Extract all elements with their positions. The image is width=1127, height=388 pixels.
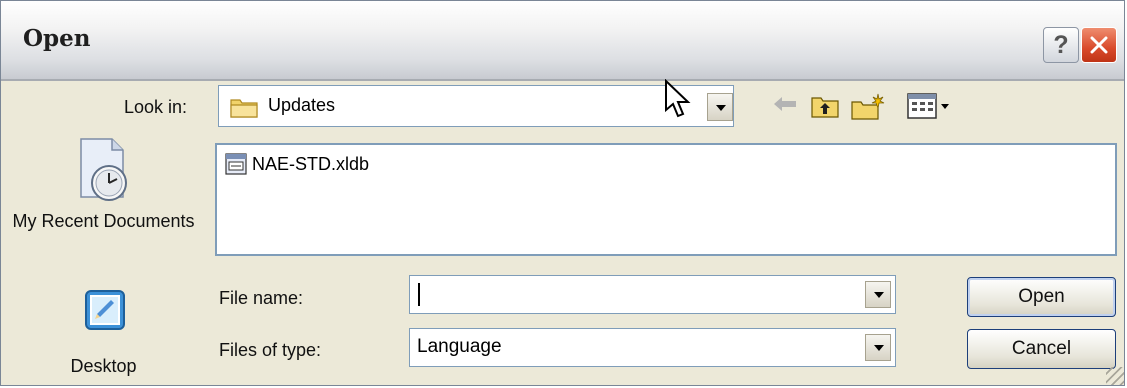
text-caret <box>418 283 420 306</box>
file-list[interactable]: NAE-STD.xldb <box>215 143 1117 256</box>
dialog-title: Open <box>23 25 91 52</box>
recent-documents-icon <box>79 138 127 201</box>
up-one-level-icon[interactable] <box>809 92 841 120</box>
look-in-label: Look in: <box>124 97 188 117</box>
file-type-value: Language <box>417 336 502 357</box>
list-item[interactable]: NAE-STD.xldb <box>225 153 369 175</box>
places-item-label: My Recent Documents <box>12 211 195 231</box>
title-bar[interactable]: Open ? <box>1 1 1124 81</box>
chevron-down-icon <box>874 292 884 298</box>
file-name-input[interactable] <box>409 275 896 314</box>
mouse-pointer-icon <box>665 79 691 118</box>
help-icon: ? <box>1053 31 1069 59</box>
file-type-label: Files of type: <box>219 340 322 360</box>
folder-icon <box>230 99 258 118</box>
chevron-down-icon <box>716 105 726 111</box>
file-name-label: File name: <box>219 288 304 308</box>
look-in-combobox[interactable]: Updates <box>218 85 734 127</box>
desktop-icon <box>84 290 125 330</box>
places-item-desktop[interactable]: Desktop <box>1 283 206 377</box>
database-file-icon <box>225 153 247 175</box>
open-button[interactable]: Open <box>967 277 1116 317</box>
file-type-dropdown-button[interactable] <box>865 334 891 361</box>
views-menu-icon[interactable] <box>906 92 956 120</box>
places-bar: My Recent Documents Desktop <box>1 130 211 385</box>
file-type-select[interactable]: Language <box>409 328 896 367</box>
cancel-button[interactable]: Cancel <box>967 329 1116 369</box>
back-arrow-icon[interactable] <box>771 92 799 116</box>
close-icon <box>1090 36 1108 54</box>
places-item-label: Desktop <box>70 356 137 376</box>
file-name-dropdown-button[interactable] <box>865 281 891 308</box>
help-button[interactable]: ? <box>1043 27 1079 63</box>
resize-grip[interactable] <box>1106 367 1124 385</box>
look-in-value: Updates <box>268 95 336 115</box>
places-item-recent[interactable]: My Recent Documents <box>1 135 206 232</box>
look-in-dropdown-button[interactable] <box>707 93 733 121</box>
open-dialog: Open ? Look in: Updates My Recent Docume… <box>0 0 1125 386</box>
file-name-text: NAE-STD.xldb <box>252 153 370 174</box>
close-button[interactable] <box>1081 27 1117 63</box>
chevron-down-icon <box>874 345 884 351</box>
new-folder-icon[interactable] <box>849 92 885 122</box>
